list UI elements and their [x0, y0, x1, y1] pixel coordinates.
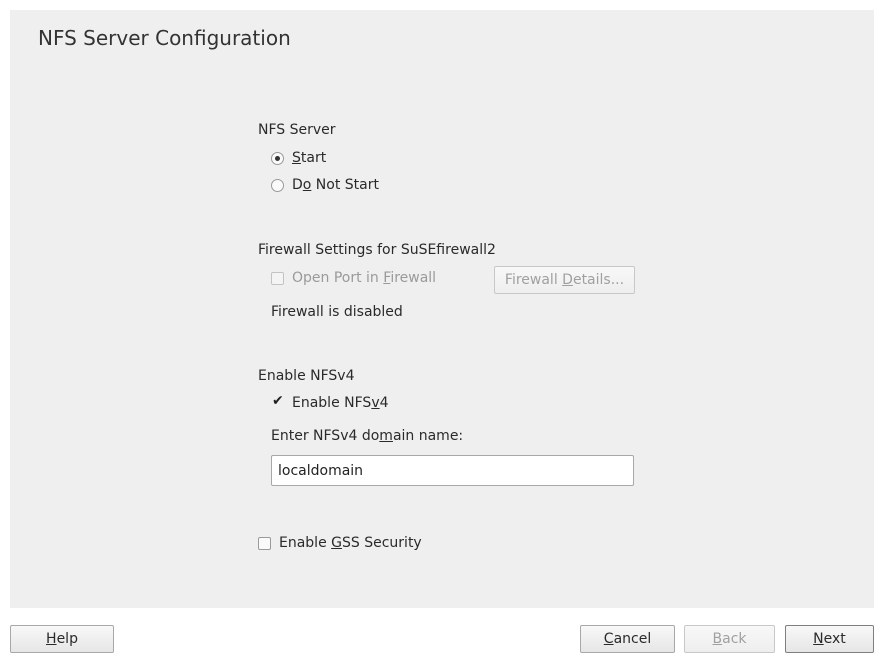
open-port-checkbox-option: Open Port in Firewall	[271, 270, 436, 286]
firewall-details-button: Firewall Details...	[494, 266, 635, 294]
next-button[interactable]: Next	[785, 625, 874, 653]
back-button: Back	[684, 625, 775, 653]
help-button-label: Help	[46, 631, 78, 647]
nfs-server-configuration-window: NFS Server Configuration NFS Server Star…	[0, 0, 875, 666]
cancel-button[interactable]: Cancel	[580, 625, 675, 653]
do-not-start-radio[interactable]	[271, 178, 284, 192]
do-not-start-radio-option[interactable]: Do Not Start	[271, 177, 379, 193]
firewall-details-label: Firewall Details...	[504, 272, 625, 288]
enable-nfsv4-checkbox-label: Enable NFSv4	[292, 395, 389, 411]
enable-nfsv4-checkbox-option[interactable]: ✔ Enable NFSv4	[271, 392, 389, 412]
next-button-label: Next	[813, 631, 846, 647]
nfs-server-label: NFS Server	[258, 122, 336, 138]
enable-nfsv4-checkbox[interactable]: ✔	[271, 392, 284, 410]
cancel-button-label: Cancel	[603, 631, 652, 647]
nfsv4-domain-label: Enter NFSv4 domain name:	[271, 428, 464, 444]
nfsv4-domain-input[interactable]	[271, 455, 634, 486]
checkmark-icon: ✔	[272, 392, 284, 409]
start-radio[interactable]	[271, 151, 284, 165]
help-button[interactable]: Help	[10, 625, 114, 653]
start-radio-label: Start	[292, 150, 327, 166]
start-radio-option[interactable]: Start	[271, 150, 326, 166]
open-port-label: Open Port in Firewall	[292, 270, 437, 286]
enable-nfsv4-label: Enable NFSv4	[258, 368, 355, 384]
enable-gss-checkbox-option[interactable]: Enable GSS Security	[258, 535, 422, 551]
content-panel	[10, 10, 874, 608]
firewall-status-text: Firewall is disabled	[271, 304, 403, 320]
enable-gss-checkbox[interactable]	[258, 536, 271, 550]
page-title: NFS Server Configuration	[38, 26, 291, 50]
open-port-checkbox	[271, 271, 284, 285]
enable-gss-checkbox-label: Enable GSS Security	[279, 535, 422, 551]
firewall-settings-label: Firewall Settings for SuSEfirewall2	[258, 242, 496, 258]
do-not-start-radio-label: Do Not Start	[292, 177, 379, 193]
back-button-label: Back	[712, 631, 747, 647]
